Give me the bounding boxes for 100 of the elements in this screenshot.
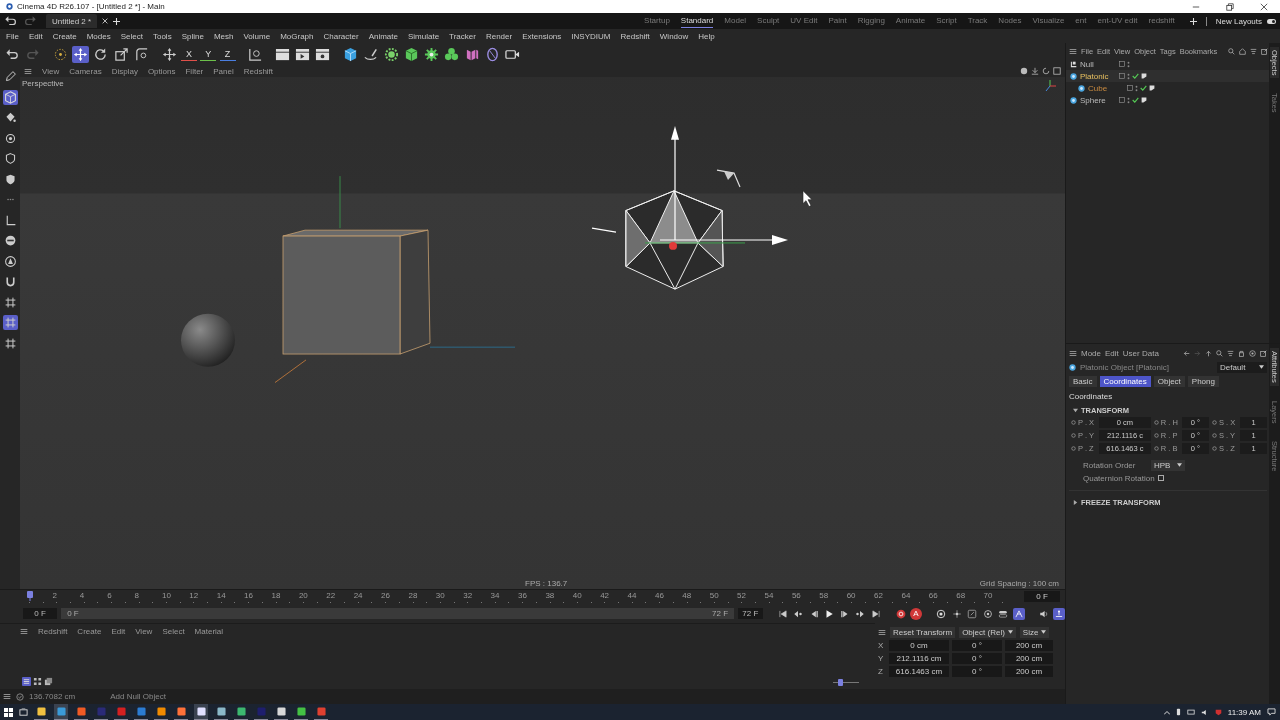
preview-range-bar[interactable]: 0 F 72 F <box>61 608 735 619</box>
menu-item[interactable]: File <box>6 31 19 41</box>
menu-item[interactable]: Redshift <box>38 626 68 636</box>
menu-item[interactable]: Tools <box>152 31 172 41</box>
frame-number: 24 <box>353 590 364 602</box>
menu-item[interactable]: Modes <box>86 31 111 41</box>
position-field[interactable]: 0 cm <box>889 640 949 651</box>
current-frame-field[interactable]: 0 F <box>1024 591 1060 602</box>
rotation-field[interactable]: 0 ° <box>952 653 1002 664</box>
layout-tab[interactable]: Script <box>936 14 957 28</box>
frame-number: 54 <box>764 590 775 602</box>
layout-tab[interactable]: Rigging <box>857 14 885 28</box>
layout-tab[interactable]: Visualize <box>1032 14 1065 28</box>
menu-item[interactable]: Select <box>120 31 143 41</box>
axis-lock-toggle[interactable]: Z <box>219 47 236 61</box>
menu-item[interactable]: INSYDIUM <box>571 31 611 41</box>
frame-number: 14 <box>216 590 227 602</box>
object-row[interactable]: Sphere <box>1066 94 1269 106</box>
menu-item[interactable]: Spline <box>181 31 204 41</box>
layout-tab[interactable]: Track <box>967 14 988 28</box>
layout-tab[interactable]: Standard <box>680 14 714 28</box>
start-frame-field[interactable]: 0 F <box>23 608 58 619</box>
rotation-order-dropdown[interactable]: HPB <box>1151 459 1185 471</box>
menu-item[interactable]: Edit <box>1105 349 1119 358</box>
layout-tab[interactable]: Paint <box>828 14 847 28</box>
frame-number: 36 <box>518 590 528 602</box>
axis-lock-toggle[interactable]: X <box>180 47 197 61</box>
object-row[interactable]: Null <box>1066 58 1269 70</box>
menu-item[interactable]: Extensions <box>522 31 562 41</box>
menu-item[interactable]: Filter <box>185 66 204 76</box>
menu-item[interactable]: Options <box>147 66 176 76</box>
menu-item[interactable]: Help <box>698 31 715 41</box>
taskbar-clock[interactable]: 11:39 AM <box>1227 707 1261 717</box>
object-name: Cube <box>1088 83 1109 93</box>
rotation-field[interactable]: 0 ° <box>952 666 1002 677</box>
menu-item[interactable]: MoGraph <box>280 31 314 41</box>
coordinate-mode-dropdown[interactable]: Object (Rel) <box>959 626 1016 638</box>
object-name: Sphere <box>1080 95 1107 105</box>
menu-item[interactable]: User Data <box>1122 349 1159 358</box>
attribute-tab[interactable]: Phong <box>1187 376 1219 387</box>
axis-lock-toggle[interactable]: Y <box>200 47 217 61</box>
frame-number: 2 <box>52 590 58 602</box>
document-tab[interactable]: Untitled 2 * <box>46 14 98 28</box>
menu-item[interactable]: Material <box>194 626 224 636</box>
menu-item[interactable]: Create <box>77 626 102 636</box>
reset-transform-button[interactable]: Reset Transform <box>890 626 956 638</box>
object-row[interactable]: Platonic <box>1066 70 1269 82</box>
menu-item[interactable]: Create <box>52 31 77 41</box>
layout-tab[interactable]: Sculpt <box>757 14 780 28</box>
layout-tab[interactable]: ent-UV edit <box>1097 14 1138 28</box>
position-field[interactable]: 212.1116 cm <box>889 653 949 664</box>
menu-item[interactable]: Animate <box>368 31 398 41</box>
layout-tab[interactable]: Startup <box>644 14 670 28</box>
rotation-field[interactable]: 0 ° <box>952 640 1002 651</box>
layout-tab[interactable]: ent <box>1075 14 1087 28</box>
size-mode-dropdown[interactable]: Size <box>1019 626 1050 638</box>
menu-item[interactable]: Select <box>162 626 185 636</box>
size-field[interactable]: 200 cm <box>1005 666 1053 677</box>
menu-item[interactable]: Display <box>111 66 138 76</box>
frame-number: 48 <box>682 590 693 602</box>
menu-item[interactable]: Render <box>485 31 513 41</box>
menu-item[interactable]: Mesh <box>213 31 234 41</box>
attribute-tab[interactable]: Basic <box>1069 376 1097 387</box>
object-name: Null <box>1080 59 1095 69</box>
window-title: Cinema 4D R26.107 - [Untitled 2 *] - Main <box>17 2 165 11</box>
object-row[interactable]: Cube <box>1066 82 1269 94</box>
menu-item[interactable]: Character <box>323 31 359 41</box>
menu-item[interactable]: Cameras <box>69 66 102 76</box>
frame-number: 66 <box>928 590 939 602</box>
frame-number: 18 <box>271 590 282 602</box>
frame-number: 28 <box>408 590 419 602</box>
layout-tab[interactable]: UV Edit <box>790 14 818 28</box>
layout-tab[interactable]: Model <box>724 14 747 28</box>
menu-item[interactable]: Volume <box>243 31 271 41</box>
menu-item[interactable]: Panel <box>213 66 234 76</box>
menu-item[interactable]: Mode <box>1081 349 1101 358</box>
status-value: 136.7082 cm <box>29 692 76 701</box>
autokey-button[interactable]: A <box>910 607 922 620</box>
menu-item[interactable]: Redshift <box>620 31 650 41</box>
end-frame-field[interactable]: 72 F <box>738 608 763 619</box>
menu-item[interactable]: Simulate <box>408 31 440 41</box>
preset-dropdown[interactable]: Default <box>1217 361 1267 373</box>
attribute-tab[interactable]: Object <box>1153 376 1185 387</box>
menu-item[interactable]: Window <box>659 31 689 41</box>
menu-item[interactable]: Edit <box>111 626 126 636</box>
position-field[interactable]: 616.1463 cm <box>889 666 949 677</box>
menu-item[interactable]: View <box>42 66 60 76</box>
object-type-label: Platonic Object [Platonic] <box>1080 362 1169 372</box>
attribute-tab[interactable]: Coordinates <box>1099 376 1151 387</box>
layout-tab[interactable]: Nodes <box>998 14 1022 28</box>
menu-item[interactable]: Tracker <box>449 31 476 41</box>
menu-item[interactable]: View <box>135 626 153 636</box>
size-field[interactable]: 200 cm <box>1005 653 1053 664</box>
frame-number: 34 <box>490 590 501 602</box>
size-field[interactable]: 200 cm <box>1005 640 1053 651</box>
layout-tab[interactable]: Animate <box>895 14 926 28</box>
menu-item[interactable]: Edit <box>28 31 43 41</box>
frame-number: 8 <box>134 590 140 602</box>
menu-item[interactable]: Redshift <box>243 66 274 76</box>
layout-tab[interactable]: redshift <box>1148 14 1175 28</box>
